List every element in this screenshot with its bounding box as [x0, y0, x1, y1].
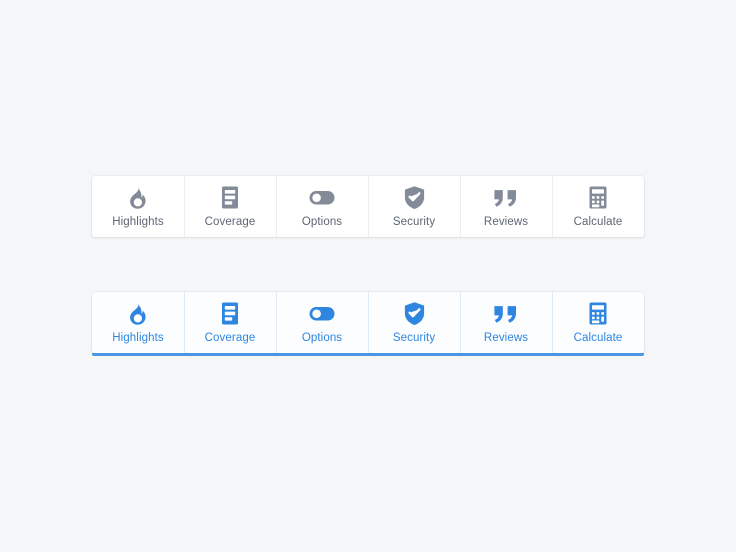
toolbar-item-label: Security	[392, 331, 436, 344]
toggle-switch-icon	[308, 301, 336, 327]
toolbar-item-label: Calculate	[573, 215, 623, 228]
active-state-toolbar: Highlights Coverage Options Security Rev…	[92, 292, 644, 356]
toolbar-item-highlights[interactable]: Highlights	[92, 176, 184, 237]
toolbar-item-security-active[interactable]: Security	[368, 292, 460, 353]
toolbar-item-label: Options	[301, 331, 343, 344]
toolbar-item-label: Calculate	[573, 331, 623, 344]
toolbar-item-coverage[interactable]: Coverage	[184, 176, 276, 237]
toolbar-item-label: Reviews	[483, 215, 529, 228]
toolbar-item-reviews[interactable]: Reviews	[460, 176, 552, 237]
toolbar-item-security[interactable]: Security	[368, 176, 460, 237]
flame-icon	[126, 185, 150, 211]
toolbar-item-options-active[interactable]: Options	[276, 292, 368, 353]
toolbar-item-highlights-active[interactable]: Highlights	[92, 292, 184, 353]
document-list-icon	[219, 185, 241, 211]
quote-marks-icon	[492, 185, 520, 211]
document-list-icon	[219, 301, 241, 327]
quote-marks-icon	[492, 301, 520, 327]
shield-check-icon	[403, 185, 426, 211]
calculator-icon	[587, 301, 609, 327]
toggle-switch-icon	[308, 185, 336, 211]
toolbar-item-label: Security	[392, 215, 436, 228]
toolbar-item-calculate[interactable]: Calculate	[552, 176, 644, 237]
toolbar-item-calculate-active[interactable]: Calculate	[552, 292, 644, 353]
toolbar-item-label: Highlights	[112, 331, 164, 344]
toolbar-item-label: Highlights	[112, 215, 164, 228]
default-state-toolbar: Highlights Coverage Options Security Rev…	[92, 176, 644, 237]
page-canvas: Highlights Coverage Options Security Rev…	[0, 0, 736, 552]
toolbar-item-label: Options	[301, 215, 343, 228]
toolbar-item-options[interactable]: Options	[276, 176, 368, 237]
toolbar-item-coverage-active[interactable]: Coverage	[184, 292, 276, 353]
toolbar-item-label: Reviews	[483, 331, 529, 344]
toolbar-item-label: Coverage	[204, 331, 256, 344]
toolbar-item-label: Coverage	[204, 215, 256, 228]
calculator-icon	[587, 185, 609, 211]
toolbar-item-reviews-active[interactable]: Reviews	[460, 292, 552, 353]
flame-icon	[126, 301, 150, 327]
shield-check-icon	[403, 301, 426, 327]
